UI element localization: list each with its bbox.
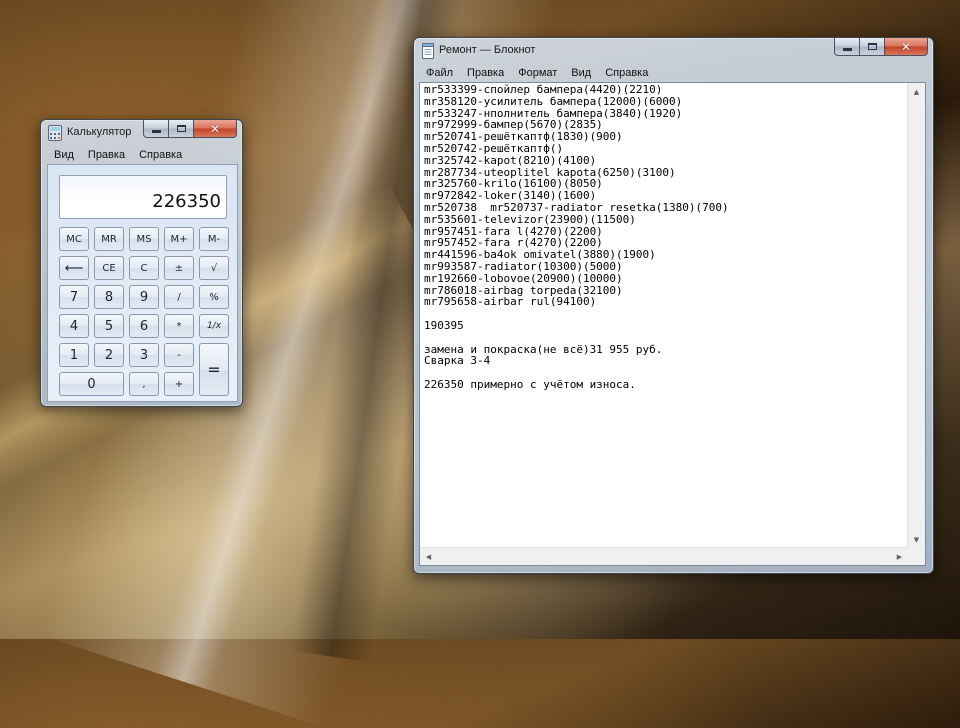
text-line	[424, 308, 905, 320]
notepad-close-button[interactable]: ✕	[885, 38, 928, 56]
text-line	[424, 332, 905, 344]
scroll-left-icon[interactable]: ◀	[420, 548, 437, 565]
notepad-editor[interactable]: mr533399-спойлер бампера(4420)(2210) mr35…	[419, 82, 926, 566]
menu-edit[interactable]: Правка	[460, 64, 511, 82]
scroll-up-icon[interactable]: ▲	[908, 83, 925, 100]
notepad-maximize-button[interactable]	[860, 38, 885, 56]
equals-button[interactable]: =	[199, 343, 229, 396]
text-line: mr535601-televizor(23900)(11500)	[424, 212, 636, 226]
clear-entry-button[interactable]: CE	[94, 256, 124, 280]
maximize-icon	[176, 125, 186, 132]
text-line: mr358120-усилитель бампера(12000)(6000)	[424, 94, 683, 108]
notepad-minimize-button[interactable]	[834, 38, 860, 56]
square-root-button[interactable]: √	[199, 256, 229, 280]
text-line: mr993587-radiator(10300)(5000)	[424, 259, 623, 273]
add-button[interactable]: +	[164, 372, 194, 396]
calculator-app-icon	[48, 125, 62, 141]
calculator-titlebar[interactable]: Калькулятор ✕	[41, 120, 242, 146]
digit-3-button[interactable]: 3	[129, 343, 159, 367]
menu-view[interactable]: Вид	[564, 64, 598, 82]
text-line: Сварка 3-4	[424, 354, 491, 368]
digit-4-button[interactable]: 4	[59, 314, 89, 338]
digit-7-button[interactable]: 7	[59, 285, 89, 309]
text-line: mr520742-решёткаптф()	[424, 141, 564, 155]
notepad-title: Ремонт — Блокнот	[439, 44, 536, 56]
menu-help[interactable]: Справка	[598, 64, 655, 82]
notepad-menubar: Файл Правка Формат Вид Справка	[419, 64, 655, 82]
reciprocal-button[interactable]: 1/x	[199, 314, 229, 338]
minimize-icon	[842, 48, 852, 51]
calculator-menubar: Вид Правка Справка	[47, 146, 189, 164]
mc-button[interactable]: MC	[59, 227, 89, 251]
m-plus-button[interactable]: M+	[164, 227, 194, 251]
digit-5-button[interactable]: 5	[94, 314, 124, 338]
calculator-close-button[interactable]: ✕	[194, 120, 237, 138]
notepad-window: Ремонт — Блокнот ✕ Файл Правка Формат Ви…	[413, 37, 934, 574]
divide-button[interactable]: /	[164, 285, 194, 309]
close-icon: ✕	[900, 39, 912, 54]
backspace-button[interactable]: ⟵	[59, 256, 89, 280]
vertical-scrollbar[interactable]: ▲ ▼	[907, 83, 925, 548]
text-line: замена и покраска(не всё)31 955 руб.	[424, 342, 663, 356]
menu-edit[interactable]: Правка	[81, 146, 132, 164]
plus-minus-button[interactable]: ±	[164, 256, 194, 280]
menu-file[interactable]: Файл	[419, 64, 460, 82]
notepad-app-icon	[422, 43, 434, 59]
maximize-icon	[867, 43, 877, 50]
text-line: 226350 примерно с учётом износа.	[424, 377, 636, 391]
digit-1-button[interactable]: 1	[59, 343, 89, 367]
percent-button[interactable]: %	[199, 285, 229, 309]
text-line: mr325742-kapot(8210)(4100)	[424, 153, 597, 167]
menu-view[interactable]: Вид	[47, 146, 81, 164]
close-icon: ✕	[209, 121, 221, 136]
clear-button[interactable]: C	[129, 256, 159, 280]
calculator-display: 226350	[59, 175, 227, 219]
text-line: mr795658-airbar rul(94100)	[424, 295, 597, 309]
digit-6-button[interactable]: 6	[129, 314, 159, 338]
calculator-minimize-button[interactable]	[143, 120, 169, 138]
digit-9-button[interactable]: 9	[129, 285, 159, 309]
scroll-down-icon[interactable]: ▼	[908, 531, 925, 548]
menu-format[interactable]: Формат	[511, 64, 564, 82]
calculator-body: 226350 MC MR MS M+ M- ⟵ CE C ± √ 7 8 9 /…	[47, 164, 238, 402]
ms-button[interactable]: MS	[129, 227, 159, 251]
horizontal-scrollbar[interactable]: ◀ ▶	[420, 547, 908, 565]
text-line: 190395	[424, 318, 464, 332]
digit-8-button[interactable]: 8	[94, 285, 124, 309]
menu-help[interactable]: Справка	[132, 146, 189, 164]
minimize-icon	[151, 130, 161, 133]
subtract-button[interactable]: -	[164, 343, 194, 367]
notepad-text-area[interactable]: mr533399-спойлер бампера(4420)(2210) mr35…	[424, 84, 905, 548]
decimal-button[interactable]: ,	[129, 372, 159, 396]
digit-0-button[interactable]: 0	[59, 372, 124, 396]
calculator-maximize-button[interactable]	[169, 120, 194, 138]
calculator-window: Калькулятор ✕ Вид Правка Справка 226350 …	[40, 119, 243, 407]
scroll-right-icon[interactable]: ▶	[891, 548, 908, 565]
multiply-button[interactable]: *	[164, 314, 194, 338]
text-line: mr192660-lobovoe(20900)(10000)	[424, 271, 623, 285]
digit-2-button[interactable]: 2	[94, 343, 124, 367]
calculator-title: Калькулятор	[67, 126, 132, 138]
m-minus-button[interactable]: M-	[199, 227, 229, 251]
scrollbar-corner	[908, 548, 925, 565]
text-line: mr520738 mr520737-radiator resetka(1380)…	[424, 200, 729, 214]
notepad-titlebar[interactable]: Ремонт — Блокнот ✕	[414, 38, 933, 64]
mr-button[interactable]: MR	[94, 227, 124, 251]
